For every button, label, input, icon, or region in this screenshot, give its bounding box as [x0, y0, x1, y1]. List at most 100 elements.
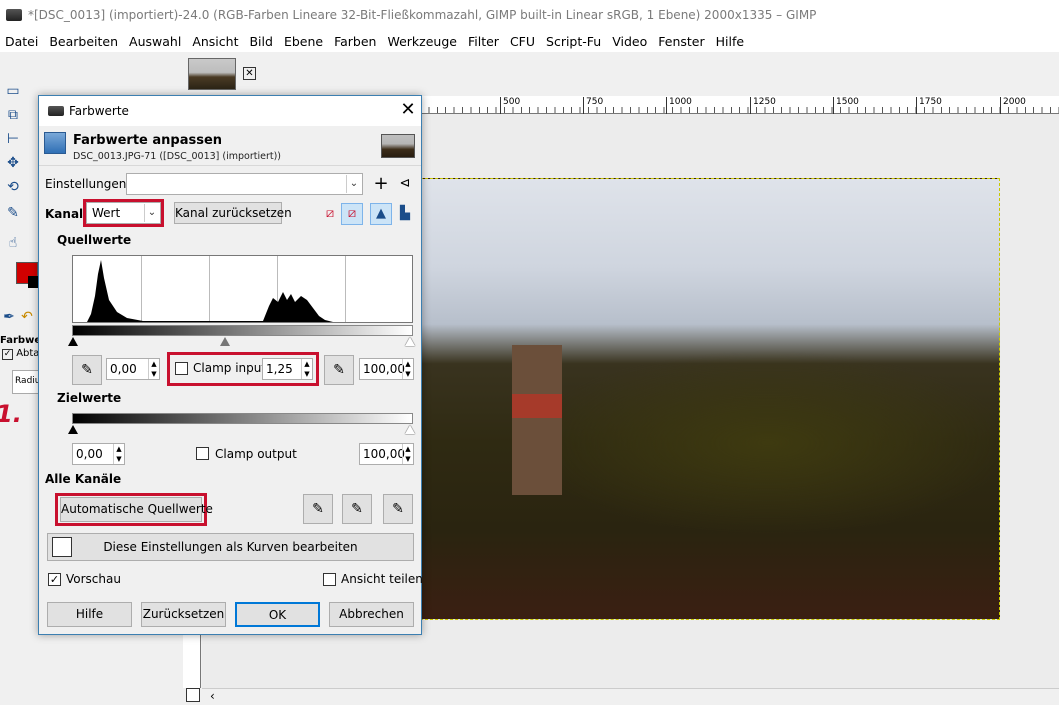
- navigate-icon[interactable]: [186, 688, 200, 702]
- histogram: [72, 255, 413, 323]
- smudge-icon[interactable]: ☝: [4, 234, 22, 252]
- white-point-slider[interactable]: [405, 337, 415, 346]
- scroll-left-icon[interactable]: ‹: [210, 689, 215, 703]
- preview-label: Vorschau: [66, 572, 121, 586]
- menu-farben[interactable]: Farben: [334, 32, 376, 52]
- gamma-slider[interactable]: [220, 337, 230, 346]
- black-point-picker-icon[interactable]: ✎: [72, 355, 102, 385]
- menu-video[interactable]: Video: [612, 32, 647, 52]
- output-sliders[interactable]: [68, 425, 415, 435]
- crop-icon[interactable]: ⧉: [4, 106, 22, 124]
- menu-fenster[interactable]: Fenster: [658, 32, 704, 52]
- menu-filter[interactable]: Filter: [468, 32, 499, 52]
- settings-combo[interactable]: ⌄: [126, 173, 363, 195]
- reset-button[interactable]: Zurücksetzen: [141, 602, 226, 627]
- pick-black-point-icon[interactable]: ✎: [303, 494, 333, 524]
- menu-script-fu[interactable]: Script-Fu: [546, 32, 601, 52]
- preview-checkbox[interactable]: ✓: [48, 573, 61, 586]
- edit-as-curves-label: Diese Einstellungen als Kurven bearbeite…: [103, 540, 358, 554]
- all-channels-heading: Alle Kanäle: [45, 472, 122, 486]
- transform-icon[interactable]: ✥: [4, 154, 22, 172]
- histogram-linear-icon[interactable]: ▲: [370, 203, 392, 225]
- image-preview-thumbnail: [381, 134, 415, 158]
- menu-ebene[interactable]: Ebene: [284, 32, 323, 52]
- spin-arrows-icon[interactable]: ▲ ▼: [113, 444, 124, 464]
- ruler-label: 1250: [750, 97, 776, 114]
- spin-arrows-icon[interactable]: ▲ ▼: [402, 444, 413, 464]
- horizontal-scrollbar[interactable]: ‹: [202, 688, 1059, 705]
- histogram-log-icon[interactable]: ▙: [394, 203, 416, 225]
- gamma-spinner[interactable]: 1,25 ▲ ▼: [262, 358, 313, 380]
- help-button[interactable]: Hilfe: [47, 602, 132, 627]
- settings-label: Einstellungen:: [45, 177, 131, 191]
- menu-ansicht[interactable]: Ansicht: [192, 32, 238, 52]
- spin-arrows-icon[interactable]: ▲ ▼: [148, 359, 159, 379]
- image-tab-strip: [180, 52, 1059, 96]
- cancel-button[interactable]: Abbrechen: [329, 602, 414, 627]
- ruler-label: 1500: [833, 97, 859, 114]
- clamp-output-checkbox[interactable]: [196, 447, 209, 460]
- log-histogram-icon[interactable]: ⧄: [341, 203, 363, 225]
- menu-datei[interactable]: Datei: [5, 32, 38, 52]
- rect-select-icon[interactable]: ▭: [4, 82, 22, 100]
- reset-channel-button[interactable]: Kanal zurücksetzen: [174, 202, 292, 224]
- ruler-label: 2000: [1000, 97, 1026, 114]
- curves-icon: [52, 537, 72, 557]
- menu-bearbeiten[interactable]: Bearbeiten: [49, 32, 118, 52]
- warp-icon[interactable]: ⟲: [4, 178, 22, 196]
- align-icon[interactable]: ⊢: [4, 130, 22, 148]
- input-low-spinner[interactable]: 0,00 ▲ ▼: [106, 358, 160, 380]
- output-low-spinner[interactable]: 0,00 ▲ ▼: [72, 443, 125, 465]
- spin-arrows-icon[interactable]: ▲ ▼: [301, 359, 312, 379]
- gamma-value: 1,25: [266, 362, 293, 376]
- output-gradient-bar: [72, 413, 413, 424]
- chevron-down-icon: ⌄: [346, 175, 361, 193]
- auto-input-levels-button[interactable]: Automatische Quellwerte: [60, 497, 213, 522]
- input-sliders[interactable]: [68, 337, 415, 347]
- add-preset-icon[interactable]: +: [370, 173, 392, 195]
- image-tab-thumbnail[interactable]: [188, 58, 236, 90]
- annotation-number: 1.: [0, 400, 22, 428]
- output-high-slider[interactable]: [405, 425, 415, 434]
- close-tab-icon[interactable]: ✕: [243, 67, 256, 80]
- paths-icon[interactable]: ✒: [0, 308, 18, 326]
- output-low-slider[interactable]: [68, 425, 78, 434]
- paintbrush-icon[interactable]: ✎: [4, 204, 22, 222]
- undo-history-icon[interactable]: ↶: [18, 308, 36, 326]
- menu-auswahl[interactable]: Auswahl: [129, 32, 181, 52]
- tool-options-checkbox-label: Abta: [16, 348, 40, 359]
- menu-werkzeuge[interactable]: Werkzeuge: [387, 32, 457, 52]
- ruler-label: 1750: [916, 97, 942, 114]
- header-divider: [39, 165, 421, 166]
- ruler-label: 750: [583, 97, 603, 114]
- church-roof: [512, 394, 562, 418]
- pick-gray-point-icon[interactable]: ✎: [342, 494, 372, 524]
- menu-hilfe[interactable]: Hilfe: [716, 32, 744, 52]
- menu-bild[interactable]: Bild: [249, 32, 272, 52]
- clamp-input-checkbox[interactable]: [175, 362, 188, 375]
- ok-button[interactable]: OK: [235, 602, 320, 627]
- preset-menu-icon[interactable]: ⊲: [394, 173, 416, 195]
- close-icon[interactable]: ✕: [399, 100, 417, 120]
- edit-as-curves-button[interactable]: Diese Einstellungen als Kurven bearbeite…: [47, 533, 414, 561]
- menu-cfu[interactable]: CFU: [510, 32, 535, 52]
- white-point-picker-icon[interactable]: ✎: [324, 355, 354, 385]
- highlight-channel: [83, 199, 164, 227]
- gimp-app-icon: [6, 9, 22, 21]
- input-high-spinner[interactable]: 100,00 ▲ ▼: [359, 358, 414, 380]
- black-point-slider[interactable]: [68, 337, 78, 346]
- output-high-spinner[interactable]: 100,00 ▲ ▼: [359, 443, 414, 465]
- output-high-value: 100,00: [363, 447, 405, 461]
- spin-arrows-icon[interactable]: ▲ ▼: [402, 359, 413, 379]
- tool-options-checkbox[interactable]: ✓ Abta: [2, 348, 39, 360]
- split-view-checkbox[interactable]: [323, 573, 336, 586]
- church-tower: [512, 345, 562, 495]
- pick-white-point-icon[interactable]: ✎: [383, 494, 413, 524]
- levels-dialog: Farbwerte ✕ Farbwerte anpassen DSC_0013.…: [38, 95, 423, 635]
- linear-histogram-icon[interactable]: ⧄: [319, 203, 341, 225]
- input-low-value: 0,00: [110, 362, 137, 376]
- menu-bar: Datei Bearbeiten Auswahl Ansicht Bild Eb…: [0, 32, 1059, 52]
- ruler-label: 500: [500, 97, 520, 114]
- image-canvas[interactable]: [420, 178, 1000, 620]
- ruler-label: 1000: [666, 97, 692, 114]
